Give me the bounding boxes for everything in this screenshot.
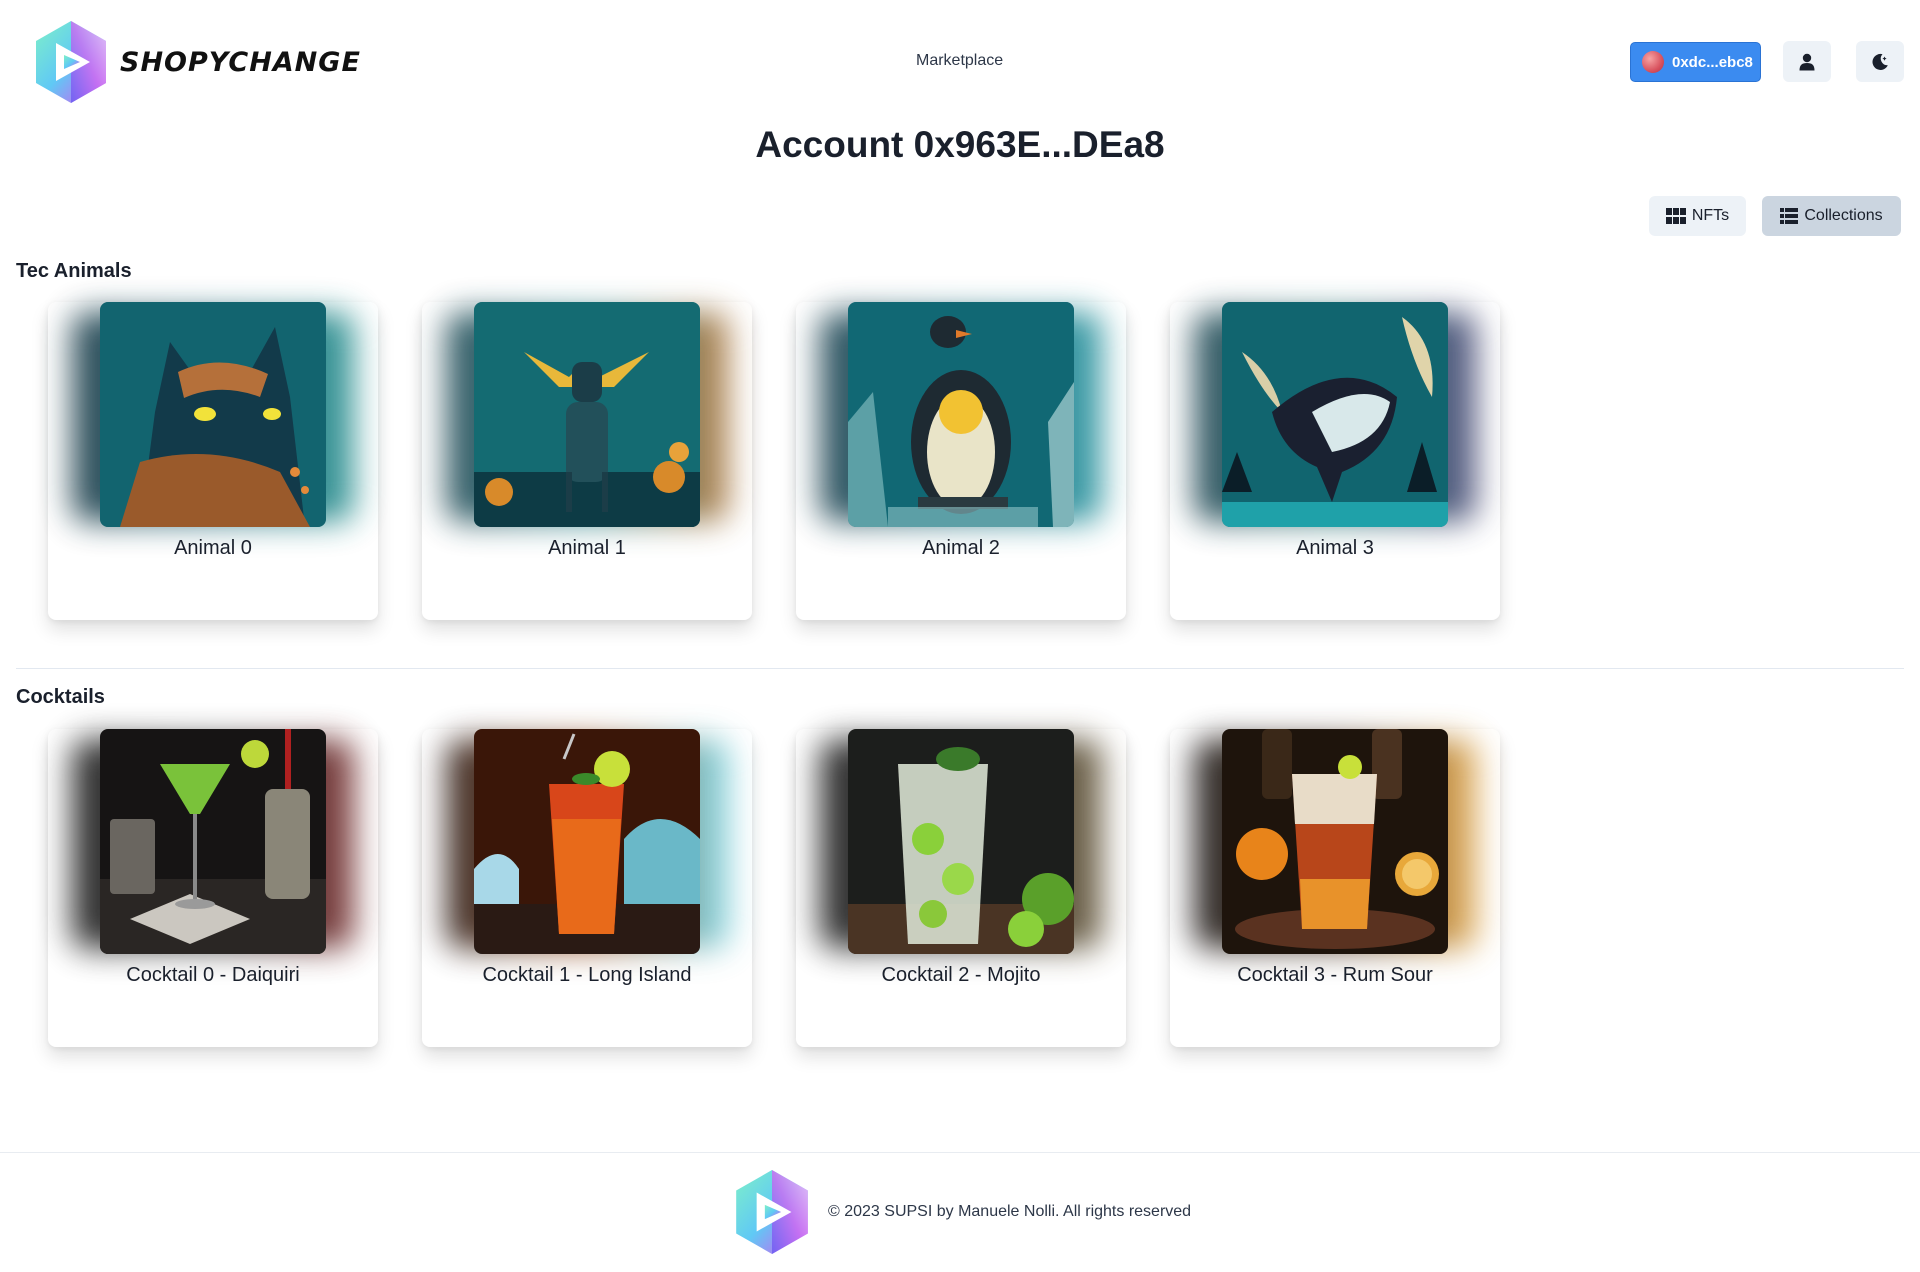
nft-image	[1222, 729, 1448, 954]
nft-name: Animal 2	[922, 537, 1000, 559]
nft-card[interactable]: Animal 1	[422, 302, 752, 620]
theme-toggle-button[interactable]	[1856, 41, 1904, 82]
grid-icon	[1665, 208, 1686, 224]
nft-name: Cocktail 0 - Daiquiri	[126, 964, 300, 986]
nft-card[interactable]: Cocktail 2 - Mojito	[796, 729, 1126, 1047]
nft-name: Animal 3	[1296, 537, 1374, 559]
footer-divider	[0, 1152, 1920, 1153]
collection-title: Cocktails	[16, 686, 105, 708]
nft-name: Cocktail 3 - Rum Sour	[1237, 964, 1433, 986]
nft-card[interactable]: Animal 2	[796, 302, 1126, 620]
nft-name: Cocktail 2 - Mojito	[881, 964, 1041, 986]
nft-image	[100, 729, 326, 954]
wallet-avatar	[1642, 51, 1664, 73]
nft-card[interactable]: Cocktail 0 - Daiquiri	[48, 729, 378, 1047]
brand-name: SHOPYCHANGE	[120, 46, 361, 78]
logo-icon	[36, 21, 106, 103]
view-nfts-button[interactable]: NFTs	[1649, 196, 1746, 236]
wallet-address: 0xdc...ebc8	[1672, 53, 1753, 71]
nft-image	[474, 729, 700, 954]
profile-button[interactable]	[1783, 41, 1831, 82]
collection-title: Tec Animals	[16, 260, 132, 282]
section-divider	[16, 668, 1904, 669]
moon-icon	[1872, 53, 1888, 70]
nft-card[interactable]: Animal 0	[48, 302, 378, 620]
nft-name: Animal 0	[174, 537, 252, 559]
nft-card[interactable]: Animal 3	[1170, 302, 1500, 620]
view-nfts-label: NFTs	[1691, 207, 1730, 224]
nft-name: Cocktail 1 - Long Island	[482, 964, 692, 986]
view-collections-button[interactable]: Collections	[1762, 196, 1901, 236]
user-icon	[1799, 53, 1815, 70]
page-title: Account 0x963E...DEa8	[755, 124, 1165, 165]
nft-image	[100, 302, 326, 527]
nft-image	[848, 302, 1074, 527]
brand-logo[interactable]: SHOPYCHANGE	[34, 19, 361, 105]
nft-card[interactable]: Cocktail 1 - Long Island	[422, 729, 752, 1047]
footer-copyright: © 2023 SUPSI by Manuele Nolli. All right…	[828, 1203, 1192, 1220]
nft-card[interactable]: Cocktail 3 - Rum Sour	[1170, 729, 1500, 1047]
footer-logo-icon	[736, 1170, 808, 1254]
list-icon	[1780, 208, 1799, 224]
nav-link-marketplace[interactable]: Marketplace	[916, 52, 1003, 70]
nft-image	[848, 729, 1074, 954]
top-navbar: SHOPYCHANGE Marketplace 0xdc...ebc8	[0, 0, 1920, 124]
nft-image	[474, 302, 700, 527]
nft-name: Animal 1	[548, 537, 626, 559]
view-collections-label: Collections	[1804, 207, 1883, 224]
wallet-button[interactable]: 0xdc...ebc8	[1630, 42, 1761, 82]
nft-image	[1222, 302, 1448, 527]
